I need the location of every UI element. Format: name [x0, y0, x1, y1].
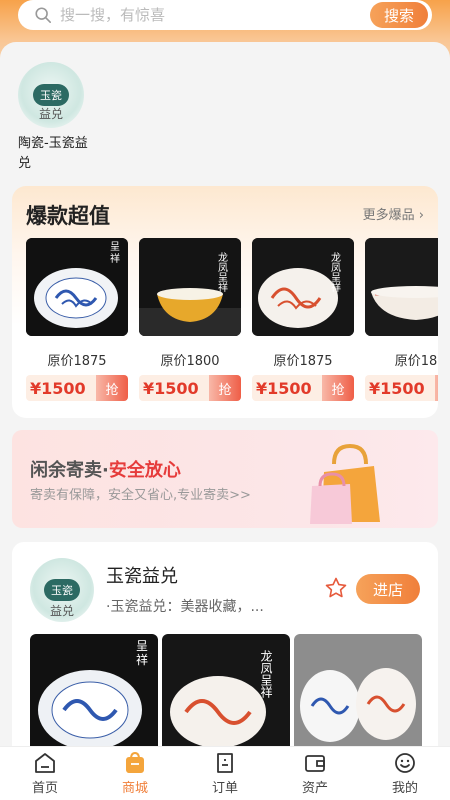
tab-label: 订单 [211, 781, 238, 796]
home-icon [35, 753, 55, 773]
product-image: 呈 祥 [26, 238, 128, 336]
product-price: ¥1500 [30, 378, 86, 398]
search-bar[interactable]: 搜索 [18, 0, 432, 30]
hot-product-list[interactable]: 呈 祥 原价1875 ¥1500 抢 龙凤呈祥 原价1800 ¥1500 抢 龙… [26, 238, 438, 408]
grab-button[interactable]: 抢 [209, 375, 241, 401]
store-logo-sub: 益兑 [49, 604, 74, 618]
shopping-bag-icon [310, 443, 380, 524]
consignment-banner[interactable]: 闲余寄卖·安全放心 寄卖有保障，安全又省心,专业寄卖>> [12, 430, 438, 528]
product-price-row: ¥1500 抢 [139, 375, 241, 401]
product-price: ¥1500 [369, 378, 425, 398]
product-image-caption: 龙凤呈祥 [216, 251, 228, 293]
tab-home[interactable]: 首页 [0, 747, 90, 800]
product-original-price: 原价18 [394, 354, 438, 369]
bottom-tab-bar: 首页 商城 订单 资产 我的 [0, 746, 450, 800]
tab-shop[interactable]: 商城 [90, 747, 180, 800]
product-original-price: 原价1800 [160, 354, 220, 369]
product-price-row: ¥1500 抢 [365, 375, 438, 401]
more-hot-link[interactable]: 更多爆品 › [363, 204, 424, 223]
hot-deals-card: 爆款超值 更多爆品 › 呈 祥 原价1875 ¥1500 抢 龙凤呈祥 原价18… [12, 186, 438, 418]
tab-label: 资产 [301, 781, 328, 796]
product-price-row: ¥1500 抢 [252, 375, 354, 401]
banner-subtitle: 寄卖有保障，安全又省心,专业寄卖>> [30, 488, 251, 503]
wallet-icon [305, 755, 325, 772]
product-price-row: ¥1500 抢 [26, 375, 128, 401]
grab-button[interactable]: 抢 [322, 375, 354, 401]
tab-assets[interactable]: 资产 [270, 747, 360, 800]
product-original-price: 原价1875 [47, 354, 107, 369]
tab-label: 商城 [121, 781, 148, 796]
hot-deals-title: 爆款超值 [26, 204, 110, 228]
logo-sub: 益兑 [38, 107, 63, 121]
product-card[interactable]: 龙凤呈祥 原价1800 ¥1500 抢 [139, 238, 241, 401]
category-label: 陶瓷-玉瓷益兑 [18, 136, 88, 171]
store-name: 玉瓷益兑 [106, 566, 178, 587]
grab-button[interactable]: 抢 [435, 375, 438, 401]
order-icon [217, 753, 233, 773]
store-logo-badge: 玉瓷 [44, 579, 80, 601]
banner-title-highlight: 安全放心 [108, 460, 181, 481]
product-original-price: 原价1875 [273, 354, 333, 369]
store-image-caption: 龙凤呈祥 [259, 650, 273, 698]
product-card[interactable]: 呈 祥 原价1875 ¥1500 抢 [26, 238, 128, 401]
tab-orders[interactable]: 订单 [180, 747, 270, 800]
enter-store-button[interactable]: 进店 [356, 574, 420, 604]
store-description: ·玉瓷益兑：美器收藏，... [106, 599, 264, 615]
search-icon [35, 7, 52, 24]
tab-label: 我的 [391, 781, 418, 796]
product-image: 龙凤呈祥 [252, 238, 354, 336]
product-image-caption: 龙凤呈祥 [329, 251, 341, 293]
smile-face-icon [395, 753, 415, 773]
category-item-yuci[interactable]: 玉瓷 益兑 陶瓷-玉瓷益兑 [18, 62, 98, 174]
grab-button[interactable]: 抢 [96, 375, 128, 401]
search-input[interactable] [60, 6, 360, 24]
tab-label: 首页 [31, 781, 58, 796]
shop-bag-icon [126, 751, 144, 773]
product-card[interactable]: 龙凤呈祥 原价1875 ¥1500 抢 [252, 238, 354, 401]
store-logo: 玉瓷 益兑 [30, 558, 94, 622]
product-image: 龙凤呈祥 [139, 238, 241, 336]
product-price: ¥1500 [256, 378, 312, 398]
category-logo: 玉瓷 益兑 [18, 62, 84, 128]
svg-text:祥: 祥 [136, 653, 148, 667]
star-icon[interactable] [324, 576, 348, 600]
tab-mine[interactable]: 我的 [360, 747, 450, 800]
banner-title: 闲余寄卖·安全放心 [30, 456, 181, 482]
logo-badge: 玉瓷 [33, 84, 69, 106]
banner-title-main: 闲余寄卖· [30, 460, 109, 481]
product-card[interactable]: 原价18 ¥1500 抢 [365, 238, 438, 401]
store-product-image[interactable]: 呈 祥 [30, 634, 158, 762]
search-button[interactable]: 搜索 [370, 2, 428, 28]
store-product-image[interactable] [294, 634, 422, 762]
product-image [365, 238, 438, 336]
store-product-image[interactable]: 龙凤呈祥 [162, 634, 290, 762]
store-card[interactable]: 玉瓷 益兑 玉瓷益兑 ·玉瓷益兑：美器收藏，... 进店 呈 祥 龙凤呈祥 [12, 542, 438, 762]
product-price: ¥1500 [143, 378, 199, 398]
store-product-images: 呈 祥 龙凤呈祥 [30, 634, 422, 762]
svg-text:呈: 呈 [110, 241, 120, 253]
svg-text:呈: 呈 [136, 639, 148, 653]
svg-text:祥: 祥 [110, 252, 120, 265]
